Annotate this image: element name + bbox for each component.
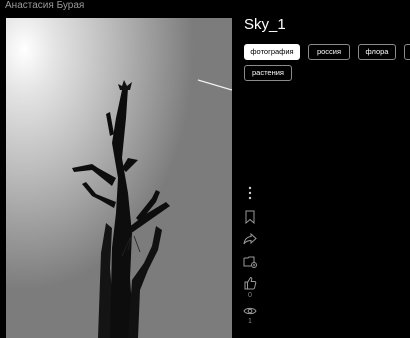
add-to-collection-button[interactable] — [240, 254, 260, 268]
more-button[interactable] — [240, 186, 260, 200]
photo-page: Анастасия Бурая Sky_1 фотография россия … — [0, 0, 410, 338]
photo-image[interactable] — [6, 18, 232, 338]
likes-count: 0 — [248, 292, 252, 299]
tag-photography[interactable]: фотография — [244, 44, 300, 60]
tag-more[interactable] — [404, 44, 410, 60]
eye-icon — [243, 307, 257, 315]
tag-plants[interactable]: растения — [244, 65, 292, 81]
tag-russia[interactable]: россия — [308, 44, 350, 60]
views-count: 1 — [248, 318, 252, 325]
tree-photo — [6, 18, 232, 338]
share-button[interactable] — [240, 232, 260, 246]
photo-title: Sky_1 — [244, 16, 286, 33]
more-vertical-icon — [248, 186, 252, 200]
bookmark-button[interactable] — [240, 210, 260, 224]
bookmark-icon — [245, 210, 255, 224]
like-button[interactable]: 0 — [240, 276, 260, 300]
views-indicator: 1 — [240, 306, 260, 326]
tag-flora[interactable]: флора — [358, 44, 396, 60]
author-name[interactable]: Анастасия Бурая — [5, 0, 84, 12]
like-icon — [244, 276, 257, 290]
share-icon — [243, 232, 257, 245]
add-to-collection-icon — [243, 256, 257, 268]
